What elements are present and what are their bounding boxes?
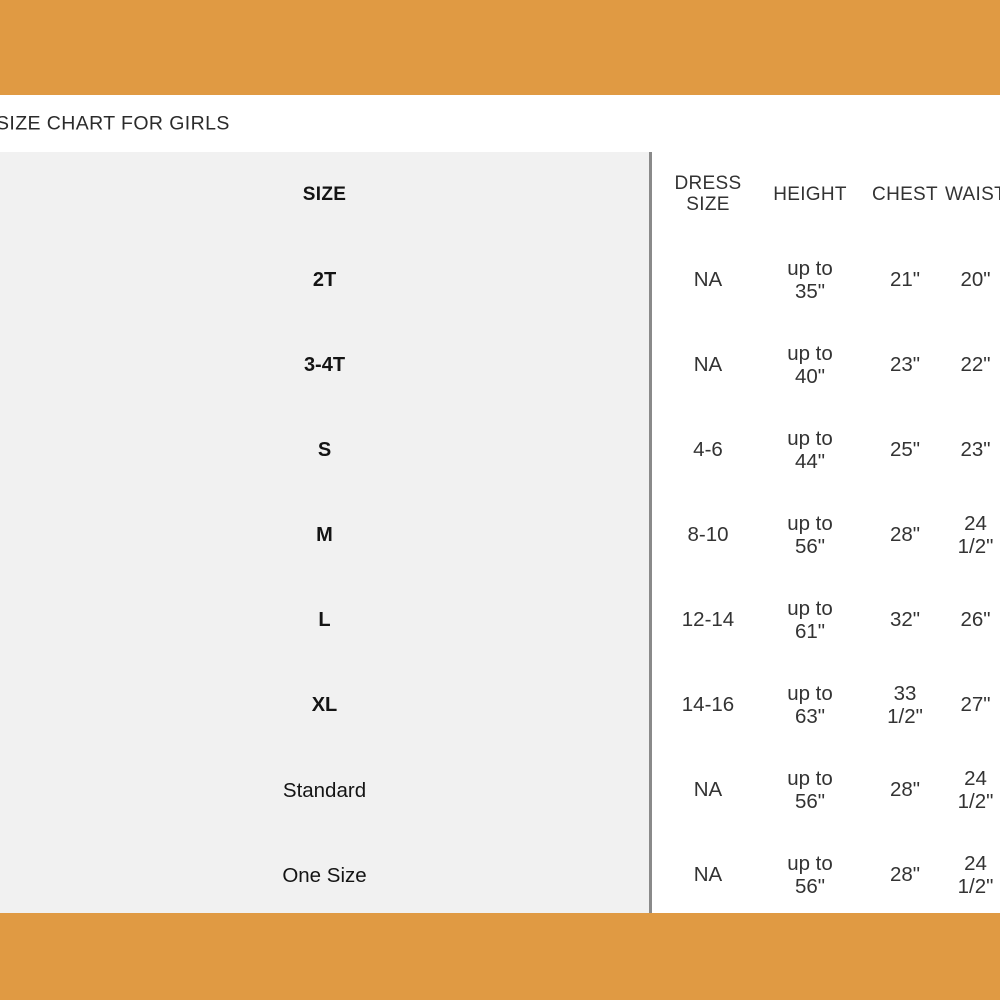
measurement-header-row: DRESS SIZE HEIGHT CHEST WAIST xyxy=(652,152,1000,238)
chest-value: 21" xyxy=(889,268,921,292)
table-row: 12-14 up to 61" 32" 26" xyxy=(652,578,1000,663)
chest-value: 25" xyxy=(889,438,921,462)
size-value: S xyxy=(317,439,332,461)
dress-size-value: NA xyxy=(693,353,723,377)
waist-value: 20" xyxy=(960,268,991,292)
table-row: M xyxy=(0,493,649,578)
chest-value: 28" xyxy=(889,863,921,887)
table-row: 2T xyxy=(0,238,649,323)
height-value: up to 56" xyxy=(754,511,866,559)
waist-line2: 1/2" xyxy=(957,534,994,558)
height-line2: 44" xyxy=(794,449,826,473)
height-line2: 56" xyxy=(794,874,826,898)
height-line1: up to xyxy=(787,681,833,705)
chest-line1: 33 xyxy=(893,681,917,705)
height-line2: 61" xyxy=(794,619,826,643)
height-line1: up to xyxy=(787,511,833,535)
column-header-chest: CHEST xyxy=(872,183,938,205)
height-line1: up to xyxy=(787,766,833,790)
table-row: NA up to 40" 23" 22" xyxy=(652,323,1000,408)
size-value: 3-4T xyxy=(303,354,346,376)
table-row: NA up to 35" 21" 20" xyxy=(652,238,1000,323)
height-value: up to 63" xyxy=(754,681,866,729)
table-row: S xyxy=(0,408,649,493)
table-row: NA up to 56" 28" 24 1/2" xyxy=(652,748,1000,833)
size-chart-table: SIZE 2T 3-4T S M L XL Standard One Size … xyxy=(0,152,1000,913)
height-line1: up to xyxy=(787,596,833,620)
page-title: SIZE CHART FOR GIRLS xyxy=(0,112,230,134)
waist-line1: 24 xyxy=(964,511,987,535)
table-row: 8-10 up to 56" 28" 24 1/2" xyxy=(652,493,1000,578)
column-header-height: HEIGHT xyxy=(773,183,847,205)
dress-size-value: 12-14 xyxy=(681,608,735,632)
table-row: 4-6 up to 44" 25" 23" xyxy=(652,408,1000,493)
height-value: up to 56" xyxy=(754,766,866,814)
chest-value: 28" xyxy=(889,778,921,802)
size-chart-page: SIZE CHART FOR GIRLS SIZE 2T 3-4T S M L xyxy=(0,0,1000,1000)
waist-value: 22" xyxy=(960,353,991,377)
table-row: 14-16 up to 63" 33 1/2" 27" xyxy=(652,663,1000,748)
dress-size-value: 4-6 xyxy=(693,438,723,462)
chest-line2: 1/2" xyxy=(887,704,923,728)
table-row: NA up to 56" 28" 24 1/2" xyxy=(652,833,1000,918)
waist-line2: 1/2" xyxy=(957,874,994,898)
height-line2: 40" xyxy=(794,364,826,388)
height-line1: up to xyxy=(787,256,833,280)
size-column-panel: SIZE 2T 3-4T S M L XL Standard One Size xyxy=(0,152,652,913)
column-header-dress-size: DRESS SIZE xyxy=(662,173,754,216)
chest-value: 28" xyxy=(889,523,921,547)
column-header-waist: WAIST xyxy=(945,183,1000,205)
waist-line1: 24 xyxy=(964,766,987,790)
height-line2: 63" xyxy=(794,704,826,728)
height-line2: 56" xyxy=(794,534,826,558)
column-header-dress-size-line1: DRESS xyxy=(674,173,742,195)
table-row: XL xyxy=(0,663,649,748)
dress-size-value: 14-16 xyxy=(681,693,735,717)
measurements-panel: DRESS SIZE HEIGHT CHEST WAIST NA up to 3… xyxy=(652,152,1000,913)
waist-value: 24 1/2" xyxy=(944,766,1000,814)
height-value: up to 44" xyxy=(754,426,866,474)
chest-value: 23" xyxy=(889,353,921,377)
dress-size-value: NA xyxy=(693,778,723,802)
chest-value: 33 1/2" xyxy=(866,681,944,729)
height-line2: 56" xyxy=(794,789,826,813)
waist-line1: 24 xyxy=(964,851,987,875)
height-line1: up to xyxy=(787,426,833,450)
table-row: L xyxy=(0,578,649,663)
column-header-dress-size-line2: SIZE xyxy=(686,194,730,215)
table-row: 3-4T xyxy=(0,323,649,408)
waist-value: 26" xyxy=(960,608,991,632)
size-value: L xyxy=(318,609,331,631)
waist-line2: 1/2" xyxy=(957,789,994,813)
table-row: Standard xyxy=(0,748,649,833)
size-column-header-row: SIZE xyxy=(0,152,649,238)
title-band: SIZE CHART FOR GIRLS xyxy=(0,95,1000,152)
size-value: 2T xyxy=(312,269,337,291)
height-line1: up to xyxy=(787,341,833,365)
waist-value: 23" xyxy=(960,438,991,462)
size-value: Standard xyxy=(282,778,367,802)
dress-size-value: NA xyxy=(693,268,723,292)
height-value: up to 56" xyxy=(754,851,866,899)
height-line1: up to xyxy=(787,851,833,875)
height-line2: 35" xyxy=(794,279,826,303)
chest-value: 32" xyxy=(889,608,921,632)
table-row: One Size xyxy=(0,833,649,918)
size-value: M xyxy=(316,524,333,546)
height-value: up to 35" xyxy=(754,256,866,304)
size-value: One Size xyxy=(282,863,367,887)
dress-size-value: NA xyxy=(693,863,723,887)
dress-size-value: 8-10 xyxy=(687,523,729,547)
waist-value: 24 1/2" xyxy=(944,851,1000,899)
waist-value: 24 1/2" xyxy=(944,511,1000,559)
column-header-size: SIZE xyxy=(302,184,347,205)
waist-value: 27" xyxy=(960,693,991,717)
size-value: XL xyxy=(311,694,338,716)
height-value: up to 40" xyxy=(754,341,866,389)
height-value: up to 61" xyxy=(754,596,866,644)
